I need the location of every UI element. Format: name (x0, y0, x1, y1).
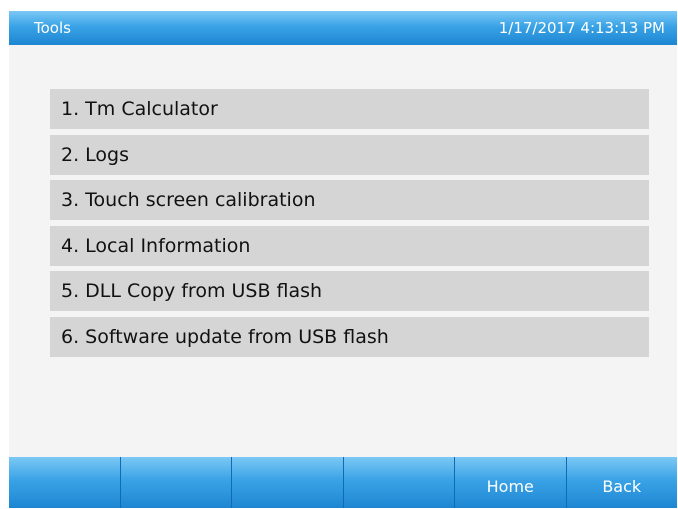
footer-button-4[interactable] (342, 457, 454, 508)
menu-item-software-update[interactable]: 6. Software update from USB flash (50, 316, 649, 357)
footer-button-2[interactable] (119, 457, 231, 508)
footer-button-3[interactable] (231, 457, 343, 508)
page-title: Tools (34, 19, 71, 37)
home-button[interactable]: Home (454, 457, 566, 508)
back-button[interactable]: Back (565, 457, 677, 508)
date-time-display: 1/17/2017 4:13:13 PM (498, 19, 665, 37)
menu-item-dll-copy[interactable]: 5. DLL Copy from USB flash (50, 271, 649, 311)
menu-item-logs[interactable]: 2. Logs (50, 134, 649, 175)
menu-item-local-information[interactable]: 4. Local Information (50, 225, 649, 266)
menu-item-tm-calculator[interactable]: 1. Tm Calculator (50, 89, 649, 129)
title-bar: Tools 1/17/2017 4:13:13 PM (9, 11, 677, 45)
device-screen: Tools 1/17/2017 4:13:13 PM 1. Tm Calcula… (9, 11, 677, 508)
footer-button-bar: Home Back (9, 457, 677, 508)
tools-menu: 1. Tm Calculator 2. Logs 3. Touch screen… (50, 89, 649, 362)
footer-button-1[interactable] (9, 457, 120, 508)
menu-item-touch-screen-calibration[interactable]: 3. Touch screen calibration (50, 180, 649, 220)
